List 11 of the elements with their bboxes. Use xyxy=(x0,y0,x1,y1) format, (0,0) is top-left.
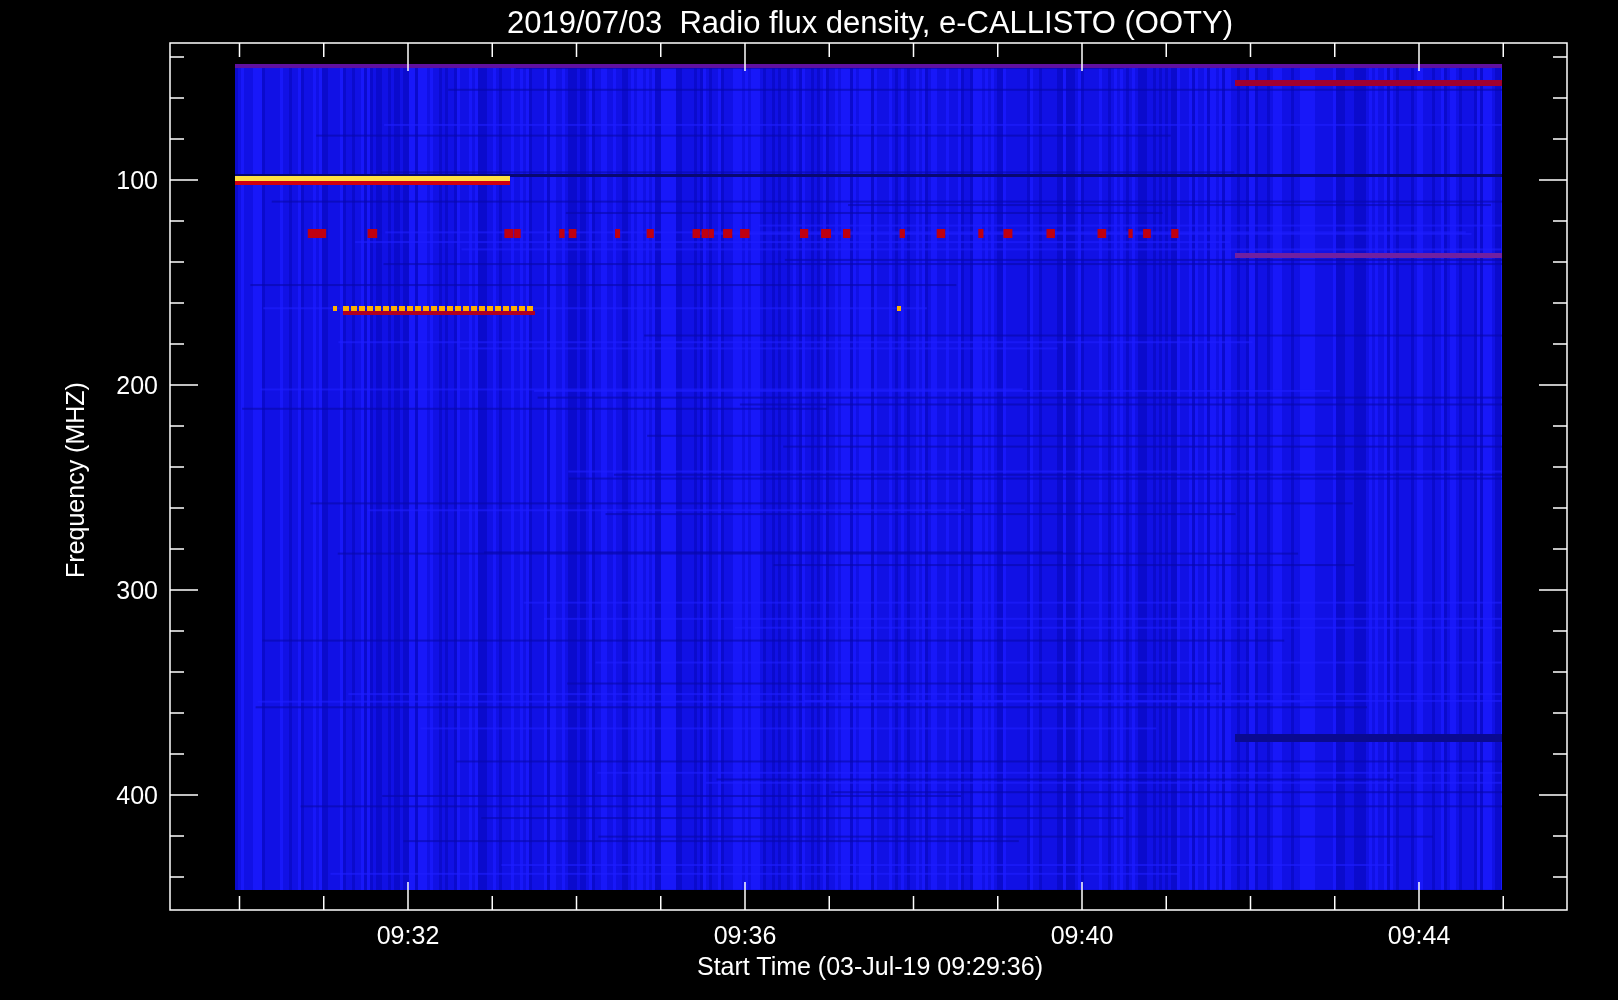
chart-title: 2019/07/03 Radio flux density, e-CALLISTO (OOTY) xyxy=(507,5,1233,40)
y-tick-label: 200 xyxy=(116,371,158,399)
x-tick-label: 09:40 xyxy=(1050,921,1114,949)
x-tick-label: 09:36 xyxy=(713,921,777,949)
y-axis-label: Frequency (MHZ) xyxy=(61,382,89,578)
y-tick-label: 300 xyxy=(116,576,158,604)
y-tick-label: 100 xyxy=(116,166,158,194)
x-tick-label: 09:32 xyxy=(376,921,440,949)
x-tick-label: 09:44 xyxy=(1387,921,1451,949)
x-axis-label: Start Time (03-Jul-19 09:29:36) xyxy=(697,952,1043,980)
y-tick-label: 400 xyxy=(116,781,158,809)
